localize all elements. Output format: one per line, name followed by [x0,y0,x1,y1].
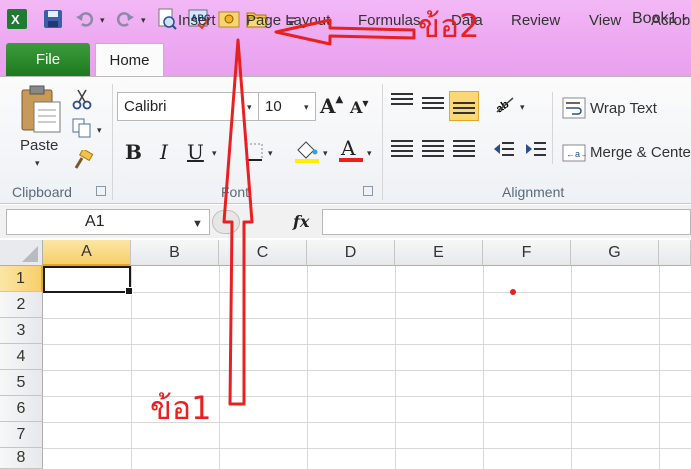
annotation-label-bottom: ข้อ1 [150,389,212,427]
annotation-arrows [222,18,516,406]
annotation-label-top: ข้อ2 [418,7,480,45]
